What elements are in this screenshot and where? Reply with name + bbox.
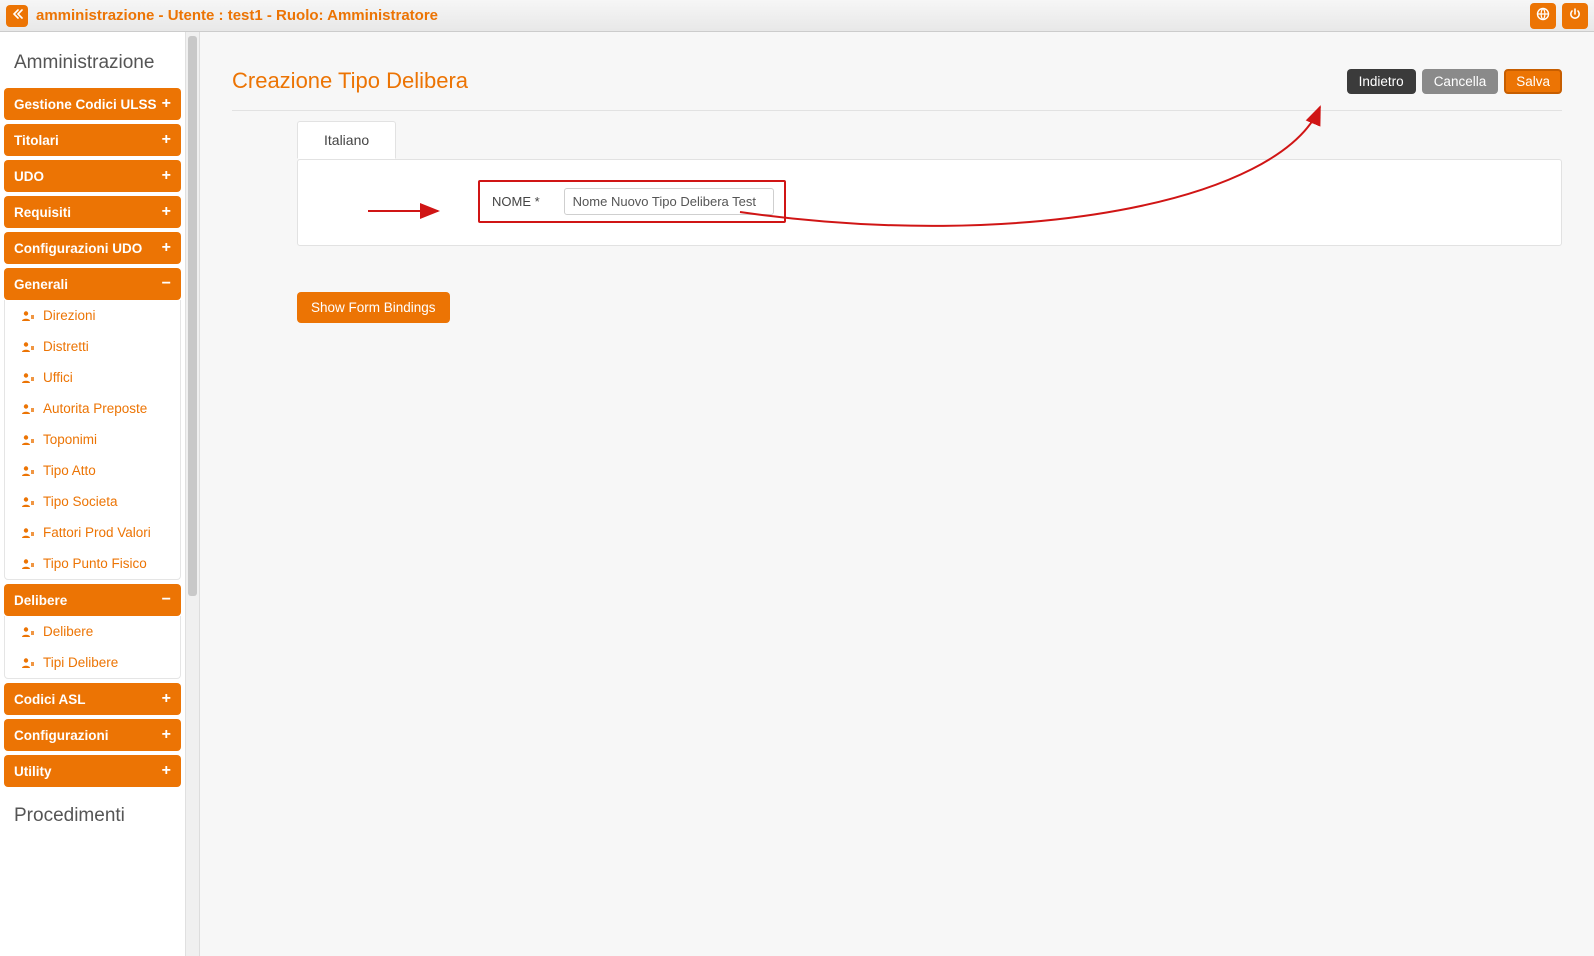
- globe-icon: [1536, 7, 1550, 24]
- nav-item-distretti[interactable]: Distretti: [5, 331, 180, 362]
- nav-item-label: Tipo Punto Fisico: [43, 556, 147, 571]
- nav-item-autorita-preposte[interactable]: Autorita Preposte: [5, 393, 180, 424]
- save-button[interactable]: Salva: [1504, 69, 1562, 94]
- nav-item-label: Autorita Preposte: [43, 401, 147, 416]
- plus-icon: +: [162, 239, 171, 257]
- sidebar-scrollbar-thumb[interactable]: [188, 36, 197, 596]
- nav-section-label: Generali: [14, 277, 68, 292]
- nav-items-generali: Direzioni Distretti Uffici Autorita Prep…: [4, 300, 181, 580]
- sidebar-collapse-button[interactable]: [6, 5, 28, 27]
- nav-item-label: Uffici: [43, 370, 73, 385]
- globe-button[interactable]: [1530, 3, 1556, 29]
- tab-italiano[interactable]: Italiano: [297, 121, 396, 159]
- nav-section-label: Configurazioni: [14, 728, 109, 743]
- nav-section-udo[interactable]: UDO +: [4, 160, 181, 192]
- nav-section-titolari[interactable]: Titolari +: [4, 124, 181, 156]
- minus-icon: −: [162, 275, 171, 293]
- field-highlight-box: NOME *: [478, 180, 786, 223]
- nav-section-configurazioni-udo[interactable]: Configurazioni UDO +: [4, 232, 181, 264]
- nav-section-configurazioni[interactable]: Configurazioni +: [4, 719, 181, 751]
- person-icon: [21, 434, 35, 446]
- app-title: amministrazione - Utente : test1 - Ruolo…: [36, 7, 1524, 24]
- nav-section-label: Configurazioni UDO: [14, 241, 142, 256]
- nav-item-label: Fattori Prod Valori: [43, 525, 151, 540]
- nav-item-tipo-societa[interactable]: Tipo Societa: [5, 486, 180, 517]
- plus-icon: +: [162, 690, 171, 708]
- nav-section-delibere[interactable]: Delibere −: [4, 584, 181, 616]
- person-icon: [21, 403, 35, 415]
- plus-icon: +: [162, 167, 171, 185]
- nav-section-utility[interactable]: Utility +: [4, 755, 181, 787]
- person-icon: [21, 558, 35, 570]
- nav-items-delibere: Delibere Tipi Delibere: [4, 616, 181, 679]
- nav-item-label: Tipo Societa: [43, 494, 118, 509]
- power-button[interactable]: [1562, 3, 1588, 29]
- nav-section-label: Titolari: [14, 133, 59, 148]
- person-icon: [21, 465, 35, 477]
- page-title: Creazione Tipo Delibera: [232, 68, 468, 94]
- nav-section-gestione-codici-ulss[interactable]: Gestione Codici ULSS +: [4, 88, 181, 120]
- nav-item-tipo-punto-fisico[interactable]: Tipo Punto Fisico: [5, 548, 180, 579]
- nav-item-delibere[interactable]: Delibere: [5, 616, 180, 647]
- nav-item-label: Tipo Atto: [43, 463, 96, 478]
- nav-section-label: Delibere: [14, 593, 67, 608]
- nav-item-direzioni[interactable]: Direzioni: [5, 300, 180, 331]
- sidebar-heading: Amministrazione: [4, 36, 181, 88]
- person-icon: [21, 372, 35, 384]
- topbar: amministrazione - Utente : test1 - Ruolo…: [0, 0, 1594, 32]
- sidebar-heading-secondary: Procedimenti: [4, 791, 181, 835]
- nav-item-tipi-delibere[interactable]: Tipi Delibere: [5, 647, 180, 678]
- nav-item-label: Tipi Delibere: [43, 655, 118, 670]
- plus-icon: +: [162, 95, 171, 113]
- nav-item-label: Direzioni: [43, 308, 96, 323]
- main-content: Creazione Tipo Delibera Indietro Cancell…: [200, 32, 1594, 956]
- nav-item-tipo-atto[interactable]: Tipo Atto: [5, 455, 180, 486]
- nav-section-requisiti[interactable]: Requisiti +: [4, 196, 181, 228]
- nav-item-toponimi[interactable]: Toponimi: [5, 424, 180, 455]
- nav-section-generali[interactable]: Generali −: [4, 268, 181, 300]
- plus-icon: +: [162, 762, 171, 780]
- minus-icon: −: [162, 591, 171, 609]
- page-header: Creazione Tipo Delibera Indietro Cancell…: [232, 68, 1562, 111]
- power-icon: [1568, 7, 1582, 24]
- show-form-bindings-button[interactable]: Show Form Bindings: [297, 292, 450, 323]
- nav-section-label: UDO: [14, 169, 44, 184]
- person-icon: [21, 341, 35, 353]
- nome-input[interactable]: [564, 188, 774, 215]
- form-panel: Italiano NOME *: [297, 159, 1562, 246]
- nav-item-label: Delibere: [43, 624, 93, 639]
- nav-item-uffici[interactable]: Uffici: [5, 362, 180, 393]
- form-row-nome: NOME *: [298, 160, 1561, 245]
- nav-item-label: Toponimi: [43, 432, 97, 447]
- sidebar-scrollbar[interactable]: [185, 32, 199, 956]
- person-icon: [21, 657, 35, 669]
- header-buttons: Indietro Cancella Salva: [1347, 69, 1562, 94]
- person-icon: [21, 310, 35, 322]
- chevron-left-icon: [11, 8, 23, 23]
- nav-section-label: Utility: [14, 764, 52, 779]
- nav-section-label: Gestione Codici ULSS: [14, 97, 157, 112]
- back-button[interactable]: Indietro: [1347, 69, 1416, 94]
- nav-section-label: Requisiti: [14, 205, 71, 220]
- cancel-button[interactable]: Cancella: [1422, 69, 1499, 94]
- nav-section-codici-asl[interactable]: Codici ASL +: [4, 683, 181, 715]
- plus-icon: +: [162, 726, 171, 744]
- person-icon: [21, 626, 35, 638]
- nav-item-fattori-prod-valori[interactable]: Fattori Prod Valori: [5, 517, 180, 548]
- nav-item-label: Distretti: [43, 339, 89, 354]
- person-icon: [21, 496, 35, 508]
- plus-icon: +: [162, 131, 171, 149]
- person-icon: [21, 527, 35, 539]
- nav-section-label: Codici ASL: [14, 692, 86, 707]
- plus-icon: +: [162, 203, 171, 221]
- field-label-nome: NOME *: [492, 194, 540, 209]
- sidebar: Amministrazione Gestione Codici ULSS + T…: [0, 32, 200, 956]
